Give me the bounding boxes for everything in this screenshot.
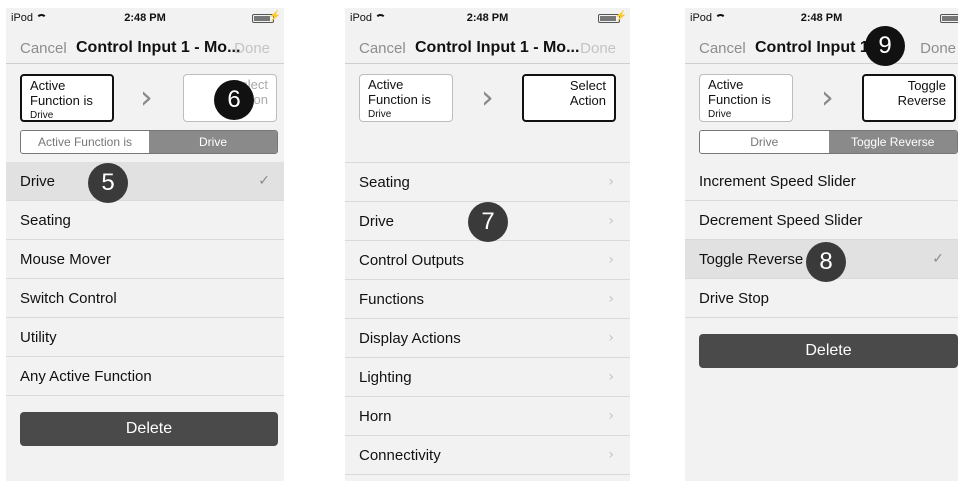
list-item[interactable]: Drive Stop — [685, 279, 958, 318]
screen-select-action-category: iPod 2:48 PM ⚡ Cancel Control Input 1 - … — [345, 8, 630, 481]
step-marker: 8 — [806, 242, 846, 282]
list-item[interactable]: Lighting › — [345, 358, 630, 397]
step-marker: 7 — [468, 202, 508, 242]
screen-select-active-function: iPod 2:48 PM ⚡ Cancel Control Input 1 - … — [6, 8, 284, 481]
checkmark-icon: ✓ — [932, 251, 944, 267]
charging-icon: ⚡ — [268, 11, 281, 22]
chevron-right-icon: › — [608, 330, 614, 346]
chevron-right-icon: › — [608, 369, 614, 385]
select-action-box[interactable]: Select Action — [522, 74, 616, 122]
done-button[interactable]: Done — [920, 40, 956, 57]
list-item[interactable]: Switch Control — [6, 279, 284, 318]
chevron-right-icon: › — [608, 447, 614, 463]
checkmark-icon: ✓ — [258, 173, 270, 189]
clock: 2:48 PM — [466, 12, 509, 24]
chevron-right-icon: › — [608, 174, 614, 190]
chevron-right-icon: › — [481, 78, 494, 116]
step-marker: 6 — [214, 80, 254, 120]
function-list: Drive ✓ Seating Mouse Mover Switch Contro… — [6, 162, 284, 396]
segmented-control: Drive Toggle Reverse — [699, 130, 958, 154]
list-item[interactable]: Drive ✓ — [6, 162, 284, 201]
clock: 2:48 PM — [124, 12, 166, 24]
status-bar: iPod 2:48 PM ⚡ — [345, 8, 630, 28]
selected-action-box[interactable]: Toggle Reverse — [862, 74, 956, 122]
segment-active-function[interactable]: Active Function is — [21, 131, 149, 153]
nav-bar: Cancel Control Input 1 - Mo... Done — [6, 34, 284, 64]
done-button[interactable]: Done — [234, 40, 270, 57]
list-item[interactable]: Increment Speed Slider — [685, 162, 958, 201]
list-item[interactable]: Display Actions › — [345, 319, 630, 358]
step-marker: 9 — [865, 26, 905, 66]
delete-button[interactable]: Delete — [20, 412, 278, 446]
chevron-right-icon: › — [608, 213, 614, 229]
status-bar: iPod 2:48 PM ⚡ — [6, 8, 284, 28]
chevron-right-icon: › — [608, 408, 614, 424]
status-bar: iPod 2:48 PM — [685, 8, 958, 28]
segment-toggle-reverse[interactable]: Toggle Reverse — [828, 131, 957, 153]
list-item[interactable]: Connectivity › — [345, 436, 630, 475]
list-item[interactable]: Functions › — [345, 280, 630, 319]
done-button[interactable]: Done — [580, 40, 616, 57]
step-marker: 5 — [88, 163, 128, 203]
clock: 2:48 PM — [800, 12, 843, 24]
chevron-right-icon: › — [608, 252, 614, 268]
page-title: Control Input 1 - — [755, 39, 879, 56]
battery-icon — [940, 14, 958, 23]
page-title: Control Input 1 - Mo... — [415, 39, 580, 56]
list-item[interactable]: Seating › — [345, 163, 630, 202]
list-item[interactable]: Mouse Mover — [6, 240, 284, 279]
cancel-button[interactable]: Cancel — [359, 40, 406, 57]
delete-button[interactable]: Delete — [699, 334, 958, 368]
list-item[interactable]: Seating — [6, 201, 284, 240]
charging-icon: ⚡ — [614, 11, 627, 22]
chevron-right-icon: › — [821, 78, 834, 116]
drive-action-list: Increment Speed Slider Decrement Speed S… — [685, 162, 958, 318]
chevron-right-icon: › — [140, 78, 153, 116]
chevron-right-icon: › — [608, 291, 614, 307]
list-item[interactable]: Decrement Speed Slider — [685, 201, 958, 240]
segment-drive[interactable]: Drive — [149, 131, 277, 153]
screen-select-drive-action: iPod 2:48 PM Cancel Control Input 1 - Do… — [685, 8, 958, 481]
list-item[interactable]: Control Outputs › — [345, 241, 630, 280]
nav-bar: Cancel Control Input 1 - Done — [685, 34, 958, 64]
cancel-button[interactable]: Cancel — [699, 40, 746, 57]
list-item[interactable]: Any Active Function — [6, 357, 284, 396]
list-item[interactable]: Utility — [6, 318, 284, 357]
nav-bar: Cancel Control Input 1 - Mo... Done — [345, 34, 630, 64]
segment-drive[interactable]: Drive — [700, 131, 829, 153]
active-function-box[interactable]: Active Function is Drive — [20, 74, 114, 122]
list-item[interactable]: Horn › — [345, 397, 630, 436]
page-title: Control Input 1 - Mo... — [76, 39, 241, 56]
active-function-box[interactable]: Active Function is Drive — [359, 74, 453, 122]
segmented-control: Active Function is Drive — [20, 130, 278, 154]
active-function-box[interactable]: Active Function is Drive — [699, 74, 793, 122]
cancel-button[interactable]: Cancel — [20, 40, 67, 57]
